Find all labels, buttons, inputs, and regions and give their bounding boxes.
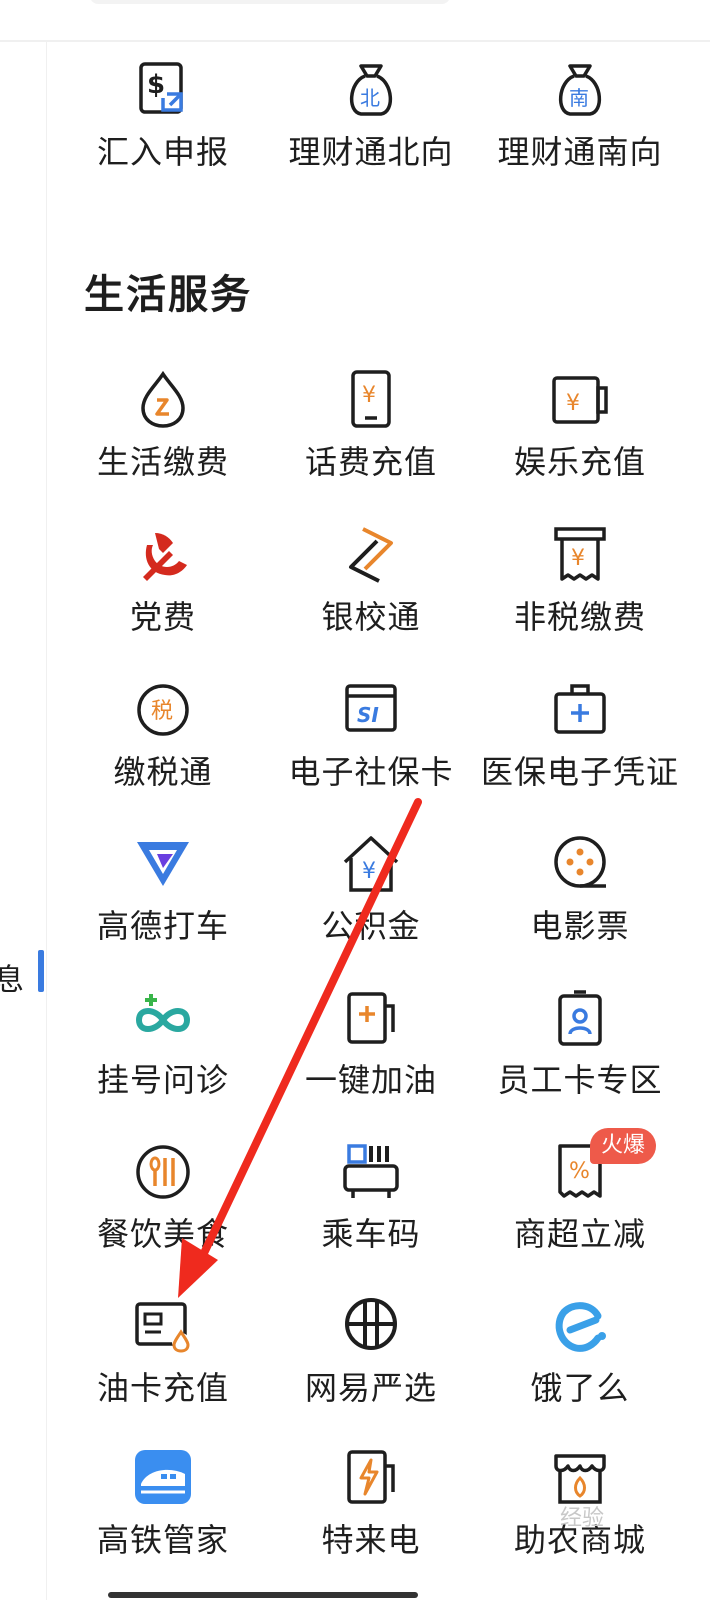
party-emblem-icon — [133, 525, 193, 585]
employee-badge-icon — [550, 988, 610, 1048]
tile-remittance-declare[interactable]: $ 汇入申报 — [58, 60, 268, 200]
svg-text:¥: ¥ — [362, 859, 376, 884]
tile-label: 党费 — [129, 598, 196, 636]
tile-phone-topup[interactable]: ¥ 话费充值 — [266, 370, 476, 510]
tile-netease-yanxuan[interactable]: 网易严选 — [266, 1296, 476, 1436]
svg-text:¥: ¥ — [566, 391, 580, 416]
tile-party-dues[interactable]: 党费 — [58, 525, 268, 665]
tile-medical-voucher[interactable]: 医保电子凭证 — [475, 680, 685, 820]
tile-supermarket-discount[interactable]: % 商超立减 — [475, 1142, 685, 1282]
tile-label: 高德打车 — [96, 907, 229, 945]
tile-fuel-card-topup[interactable]: 油卡充值 — [58, 1296, 268, 1436]
svg-text:南: 南 — [569, 86, 589, 110]
svg-text:SI: SI — [357, 703, 379, 727]
medical-kit-icon — [550, 680, 610, 740]
money-bag-north-icon: 北 — [341, 60, 401, 120]
ev-charger-icon — [341, 1448, 401, 1508]
sidebar-active-indicator — [38, 950, 44, 992]
watermark: 经验 — [560, 1506, 605, 1531]
tile-label: 生活缴费 — [96, 443, 229, 481]
tile-dining[interactable]: 餐饮美食 — [58, 1142, 268, 1282]
tile-label: 挂号问诊 — [96, 1061, 229, 1099]
fuel-card-icon — [133, 1296, 193, 1356]
tile-label: 特来电 — [321, 1521, 421, 1559]
dining-utensils-icon — [133, 1142, 193, 1202]
svg-text:%: % — [569, 1159, 590, 1184]
tile-social-security-card[interactable]: SI 电子社保卡 — [266, 680, 476, 820]
money-bag-south-icon: 南 — [550, 60, 610, 120]
cropped-header — [90, 0, 450, 4]
tile-entertainment-topup[interactable]: ¥ 娱乐充值 — [475, 370, 685, 510]
tile-bus-code[interactable]: 乘车码 — [266, 1142, 476, 1282]
tile-eleme[interactable]: 饿了么 — [475, 1296, 685, 1436]
tile-wealth-south[interactable]: 南 理财通南向 — [475, 60, 685, 200]
tile-employee-card[interactable]: 员工卡专区 — [475, 988, 685, 1128]
tile-label: 油卡充值 — [96, 1369, 229, 1407]
social-security-card-icon: SI — [341, 680, 401, 740]
sidebar-item-label[interactable]: 息 — [0, 955, 24, 999]
tile-label: 理财通南向 — [497, 133, 663, 171]
category-sidebar — [0, 42, 47, 1600]
svg-text:¥: ¥ — [362, 383, 376, 408]
eleme-icon — [550, 1296, 610, 1356]
tile-wealth-north[interactable]: 北 理财通北向 — [266, 60, 476, 200]
top-strip — [0, 0, 710, 42]
hot-badge: 火爆 — [590, 1128, 656, 1164]
netease-yanxuan-icon — [341, 1296, 401, 1356]
tile-label: 理财通北向 — [288, 133, 454, 171]
tile-teld-charging[interactable]: 特来电 — [266, 1448, 476, 1588]
tile-label: 电子社保卡 — [288, 753, 454, 791]
tile-housing-fund[interactable]: ¥ 公积金 — [266, 834, 476, 974]
svg-text:¥: ¥ — [571, 546, 585, 571]
home-indicator — [108, 1592, 418, 1598]
tile-label: 缴税通 — [113, 753, 213, 791]
tile-label: 员工卡专区 — [497, 1061, 663, 1099]
fuel-pump-icon — [341, 988, 401, 1048]
phone-yuan-icon: ¥ — [341, 370, 401, 430]
tile-label: 汇入申报 — [96, 133, 229, 171]
dollar-receipt-icon: $ — [133, 60, 193, 120]
tile-one-click-fuel[interactable]: 一键加油 — [266, 988, 476, 1128]
tax-circle-icon: 税 — [133, 680, 193, 740]
tile-label: 商超立减 — [513, 1215, 646, 1253]
film-reel-icon — [550, 834, 610, 894]
tile-utility-payment[interactable]: 生活缴费 — [58, 370, 268, 510]
tile-high-speed-rail[interactable]: 高铁管家 — [58, 1448, 268, 1588]
tile-amap-taxi[interactable]: 高德打车 — [58, 834, 268, 974]
tile-label: 医保电子凭证 — [480, 753, 679, 791]
tile-label: 非税缴费 — [513, 598, 646, 636]
tile-hospital-registration[interactable]: 挂号问诊 — [58, 988, 268, 1128]
tile-label: 高铁管家 — [96, 1521, 229, 1559]
tile-label: 电影票 — [530, 907, 630, 945]
bus-qr-icon — [341, 1142, 401, 1202]
tile-label: 餐饮美食 — [96, 1215, 229, 1253]
campus-pay-icon — [341, 525, 401, 585]
farm-store-icon — [550, 1448, 610, 1508]
svg-text:税: 税 — [151, 699, 173, 724]
housing-fund-icon: ¥ — [341, 834, 401, 894]
section-title: 生活服务 — [84, 272, 252, 318]
tile-nontax-payment[interactable]: ¥ 非税缴费 — [475, 525, 685, 665]
receipt-yuan-icon: ¥ — [550, 525, 610, 585]
utility-drop-icon — [133, 370, 193, 430]
tile-label: 话费充值 — [304, 443, 437, 481]
infinity-plus-icon — [133, 988, 193, 1048]
tile-label: 公积金 — [321, 907, 421, 945]
tile-label: 网易严选 — [304, 1369, 437, 1407]
tile-label: 乘车码 — [321, 1215, 421, 1253]
tile-movie-ticket[interactable]: 电影票 — [475, 834, 685, 974]
tile-label: 银校通 — [321, 598, 421, 636]
svg-text:北: 北 — [360, 86, 380, 110]
svg-text:$: $ — [147, 70, 165, 100]
tile-campus-pay[interactable]: 银校通 — [266, 525, 476, 665]
tile-label: 一键加油 — [304, 1061, 437, 1099]
ticket-yuan-icon: ¥ — [550, 370, 610, 430]
amap-taxi-icon — [133, 834, 193, 894]
tile-label: 娱乐充值 — [513, 443, 646, 481]
tile-tax-service[interactable]: 税 缴税通 — [58, 680, 268, 820]
high-speed-train-icon — [133, 1448, 193, 1508]
tile-label: 饿了么 — [530, 1369, 630, 1407]
